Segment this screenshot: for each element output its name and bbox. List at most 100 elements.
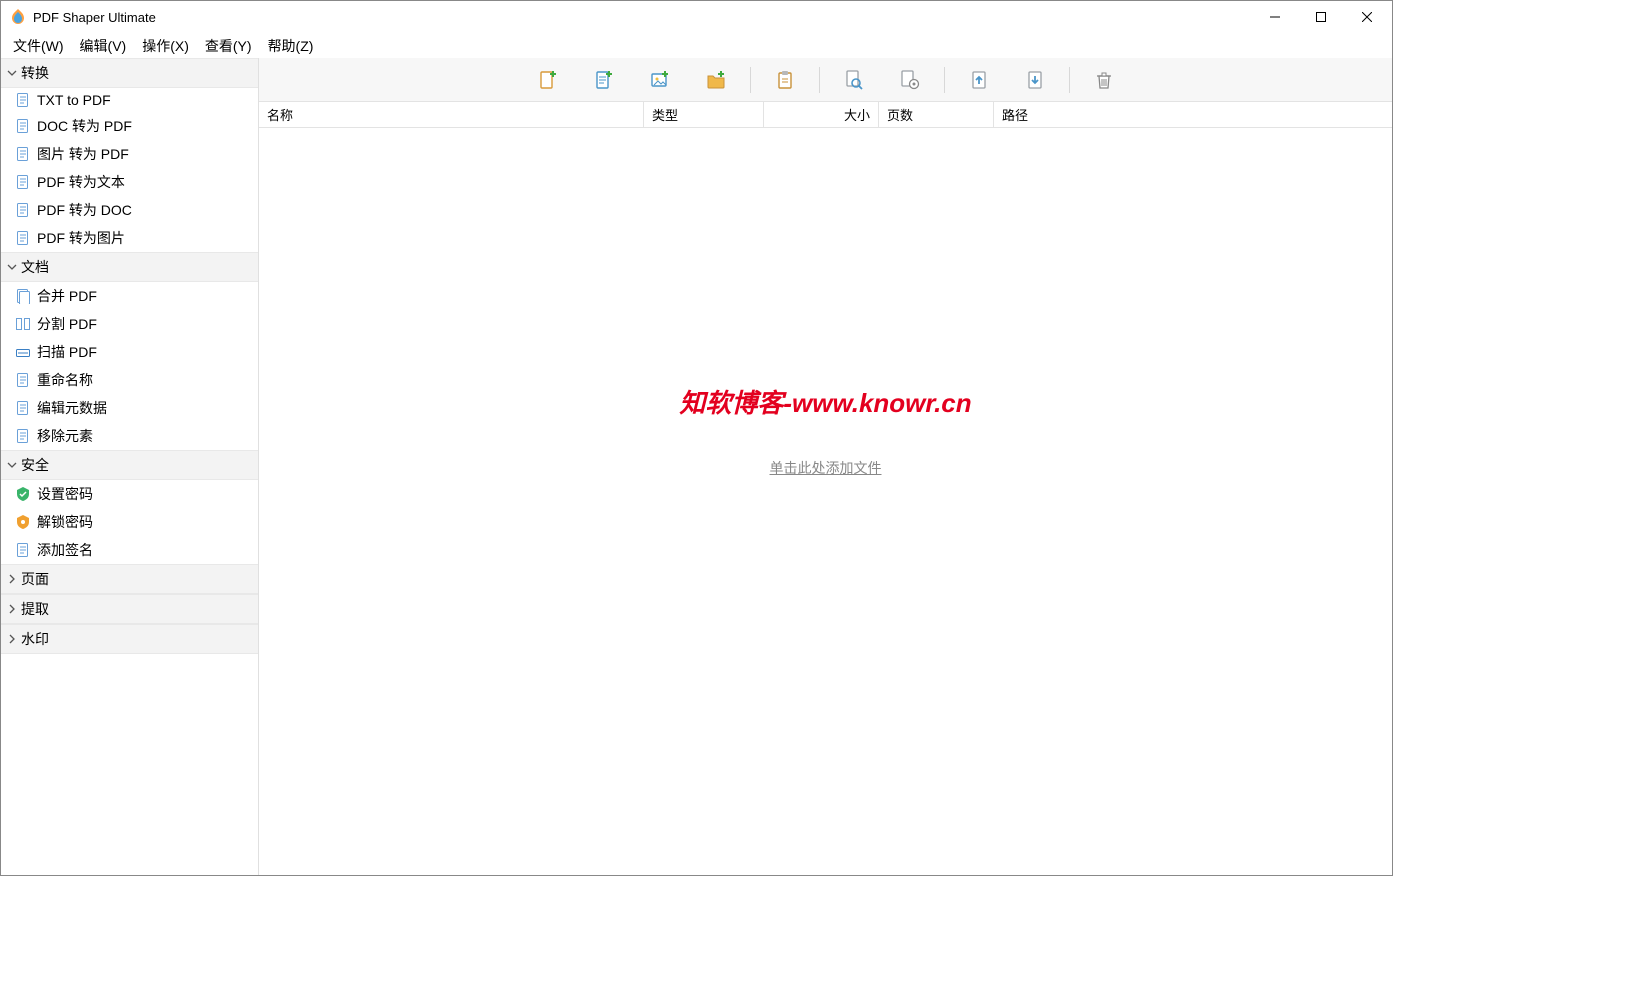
sidebar: 转换TXT to PDFDOC 转为 PDF图片 转为 PDFPDF 转为文本P… [1,58,259,875]
add-text-button[interactable] [576,62,632,98]
column-name[interactable]: 名称 [259,102,644,127]
text-plus-icon [593,69,615,91]
add-files-link[interactable]: 单击此处添加文件 [770,458,882,478]
column-size[interactable]: 大小 [764,102,879,127]
toolbar-separator [944,67,945,93]
trash-icon [1093,69,1115,91]
sidebar-item-1-4[interactable]: 编辑元数据 [1,394,258,422]
group-label: 水印 [21,629,49,649]
merge-icon [15,288,31,304]
add-image-button[interactable] [632,62,688,98]
main-panel: 名称 类型 大小 页数 路径 知软博客-www.knowr.cn 单击此处添加文… [259,58,1392,875]
sidebar-item-0-3[interactable]: PDF 转为文本 [1,168,258,196]
group-header-3[interactable]: 页面 [1,564,258,594]
sidebar-item-label: 设置密码 [37,484,93,504]
txt-pdf-icon [15,92,31,108]
sidebar-item-1-2[interactable]: 扫描 PDF [1,338,258,366]
menu-item-3[interactable]: 查看(Y) [197,33,260,59]
chevron-down-icon [7,262,19,272]
clipboard-icon [774,69,796,91]
group-label: 提取 [21,599,49,619]
group-label: 页面 [21,569,49,589]
group-header-5[interactable]: 水印 [1,624,258,654]
scan-icon [15,344,31,360]
toolbar-separator [1069,67,1070,93]
file-list[interactable]: 知软博客-www.knowr.cn 单击此处添加文件 [259,128,1392,875]
sidebar-item-0-4[interactable]: PDF 转为 DOC [1,196,258,224]
maximize-button[interactable] [1298,2,1344,32]
sidebar-item-label: 重命名称 [37,370,93,390]
folder-plus-icon [705,69,727,91]
delete-button[interactable] [1076,62,1132,98]
sidebar-item-1-1[interactable]: 分割 PDF [1,310,258,338]
sidebar-item-label: 图片 转为 PDF [37,144,129,164]
rename-icon [15,372,31,388]
arrow-down-icon [1024,69,1046,91]
arrow-up-icon [968,69,990,91]
preview-button[interactable] [826,62,882,98]
lock-icon [15,486,31,502]
menu-item-2[interactable]: 操作(X) [134,33,197,59]
sidebar-item-0-1[interactable]: DOC 转为 PDF [1,112,258,140]
sidebar-item-1-5[interactable]: 移除元素 [1,422,258,450]
menubar: 文件(W)编辑(V)操作(X)查看(Y)帮助(Z) [1,33,1392,58]
column-path[interactable]: 路径 [994,102,1392,127]
pdf-doc-icon [15,202,31,218]
toolbar-separator [819,67,820,93]
group-header-4[interactable]: 提取 [1,594,258,624]
chevron-down-icon [7,460,19,470]
pdf-txt-icon [15,174,31,190]
chevron-down-icon [7,68,19,78]
sidebar-item-0-5[interactable]: PDF 转为图片 [1,224,258,252]
sidebar-item-2-1[interactable]: 解锁密码 [1,508,258,536]
group-header-0[interactable]: 转换 [1,58,258,88]
minimize-button[interactable] [1252,2,1298,32]
metadata-icon [15,400,31,416]
page-gear-icon [899,69,921,91]
add-folder-button[interactable] [688,62,744,98]
unlock-icon [15,514,31,530]
column-pages[interactable]: 页数 [879,102,994,127]
group-header-1[interactable]: 文档 [1,252,258,282]
column-type[interactable]: 类型 [644,102,764,127]
menu-item-0[interactable]: 文件(W) [5,33,72,59]
sidebar-item-0-0[interactable]: TXT to PDF [1,88,258,112]
toolbar [259,58,1392,102]
doc-pdf-icon [15,118,31,134]
move-down-button[interactable] [1007,62,1063,98]
sidebar-item-label: 添加签名 [37,540,93,560]
sidebar-item-0-2[interactable]: 图片 转为 PDF [1,140,258,168]
sidebar-item-label: 合并 PDF [37,286,97,306]
sidebar-item-label: 扫描 PDF [37,342,97,362]
move-up-button[interactable] [951,62,1007,98]
app-icon [9,8,27,26]
sidebar-item-label: 解锁密码 [37,512,93,532]
close-button[interactable] [1344,2,1390,32]
toolbar-separator [750,67,751,93]
add-file-button[interactable] [520,62,576,98]
clipboard-button[interactable] [757,62,813,98]
file-plus-icon [537,69,559,91]
chevron-right-icon [7,604,19,614]
group-label: 转换 [21,63,49,83]
menu-item-4[interactable]: 帮助(Z) [260,33,322,59]
sidebar-item-label: DOC 转为 PDF [37,116,132,136]
menu-item-1[interactable]: 编辑(V) [72,33,135,59]
app-window: PDF Shaper Ultimate 文件(W)编辑(V)操作(X)查看(Y)… [0,0,1393,876]
sidebar-item-1-0[interactable]: 合并 PDF [1,282,258,310]
watermark-text: 知软博客-www.knowr.cn [679,383,971,420]
sidebar-item-label: 编辑元数据 [37,398,107,418]
image-plus-icon [649,69,671,91]
img-pdf-icon [15,146,31,162]
split-icon [15,316,31,332]
list-header: 名称 类型 大小 页数 路径 [259,102,1392,128]
sidebar-item-2-2[interactable]: 添加签名 [1,536,258,564]
sidebar-item-label: 分割 PDF [37,314,97,334]
remove-icon [15,428,31,444]
group-header-2[interactable]: 安全 [1,450,258,480]
group-label: 文档 [21,257,49,277]
sidebar-item-2-0[interactable]: 设置密码 [1,480,258,508]
titlebar: PDF Shaper Ultimate [1,1,1392,33]
settings-button[interactable] [882,62,938,98]
sidebar-item-1-3[interactable]: 重命名称 [1,366,258,394]
